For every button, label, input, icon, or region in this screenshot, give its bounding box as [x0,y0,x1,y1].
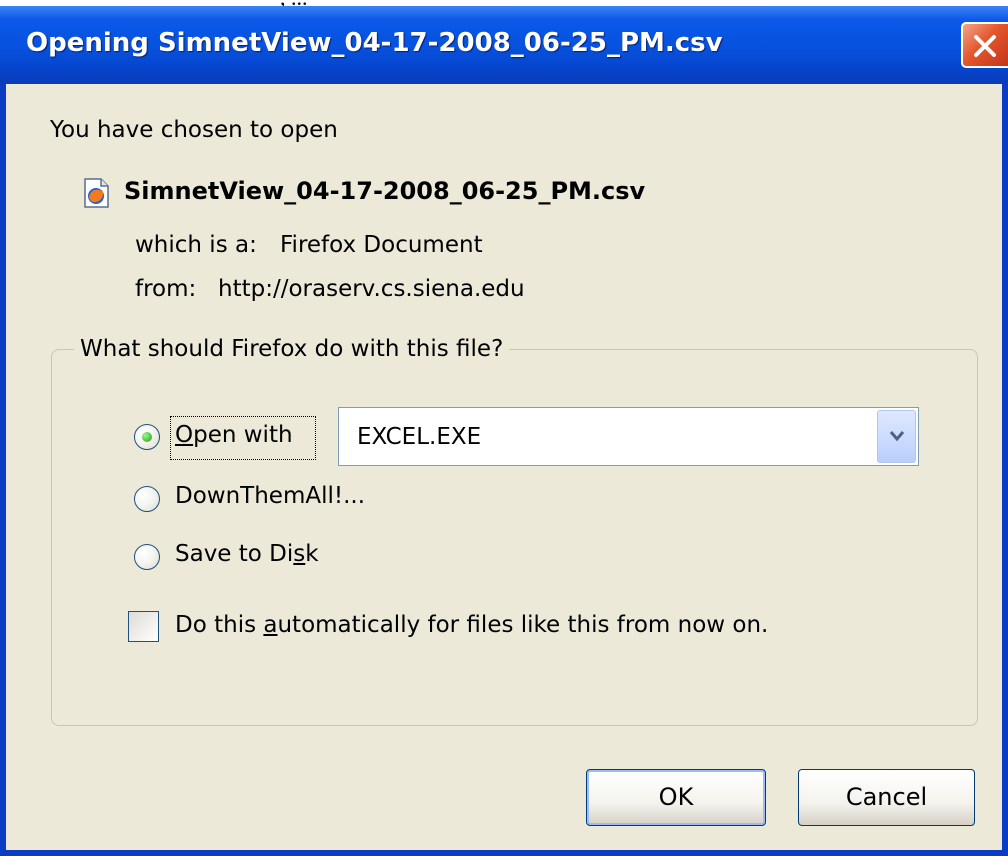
application-select[interactable]: EXCEL.EXE [338,407,919,466]
open-with-label[interactable]: Open with [175,422,293,448]
file-source-label: from: [135,276,197,302]
radio-selected-dot [142,432,152,442]
dialog-client-area: You have chosen to open SimnetView_04-17… [6,84,1002,850]
close-button[interactable] [961,22,1008,68]
auto-action-label[interactable]: Do this automatically for files like thi… [175,612,768,638]
action-groupbox-legend: What should Firefox do with this file? [74,336,510,362]
application-select-value: EXCEL.EXE [357,424,482,450]
action-groupbox [51,349,978,726]
downthemall-radio[interactable] [134,486,160,512]
save-to-disk-label[interactable]: Save to Disk [175,541,319,567]
intro-text: You have chosen to open [50,117,338,143]
chevron-down-icon [889,431,905,442]
application-select-dropdown-button[interactable] [877,410,916,463]
file-name: SimnetView_04-17-2008_06-25_PM.csv [124,177,646,205]
auto-action-checkbox[interactable] [128,611,159,642]
close-icon [974,35,996,57]
title-bar[interactable]: Opening SimnetView_04-17-2008_06-25_PM.c… [0,6,1008,84]
firefox-document-icon [84,178,109,208]
save-to-disk-radio[interactable] [134,544,160,570]
dialog-window: Opening SimnetView_04-17-2008_06-25_PM.c… [0,6,1008,856]
file-type-label: which is a: [135,232,257,258]
window-title: Opening SimnetView_04-17-2008_06-25_PM.c… [26,28,723,58]
open-with-radio[interactable] [134,424,160,450]
downthemall-label[interactable]: DownThemAll!... [175,483,365,509]
file-source-url: http://oraserv.cs.siena.edu [218,276,525,302]
file-type-value: Firefox Document [280,232,483,258]
cancel-button[interactable]: Cancel [798,769,975,826]
ok-button[interactable]: OK [586,769,766,826]
